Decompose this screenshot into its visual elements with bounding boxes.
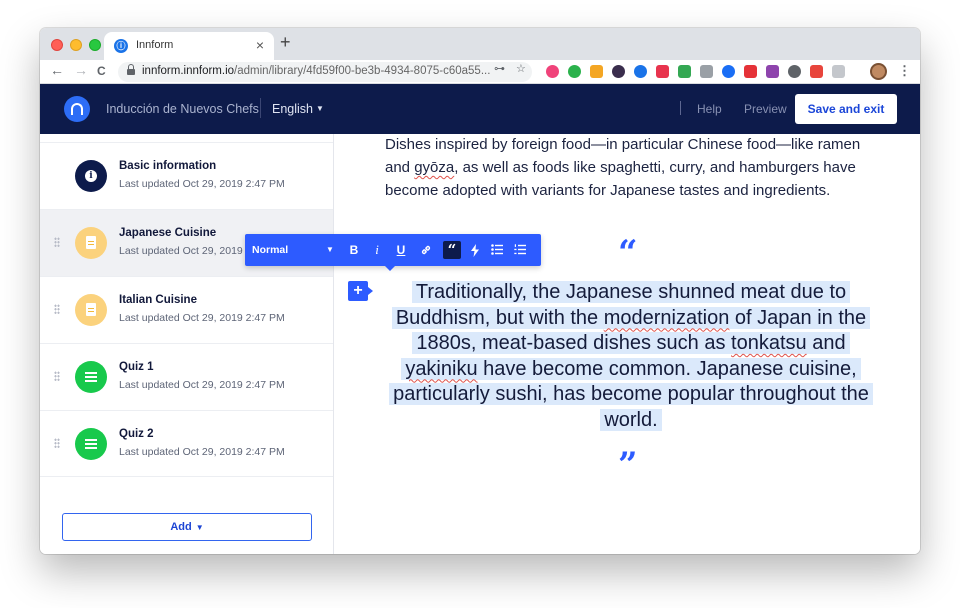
editor-content[interactable]: Dishes inspired by foreign food—in parti… — [334, 134, 920, 554]
ext-info-circle-icon[interactable] — [788, 65, 801, 78]
profile-avatar-icon[interactable] — [870, 63, 887, 80]
forward-icon[interactable]: → — [74, 62, 88, 78]
url-text: innform.innform.io/admin/library/4fd59f0… — [142, 65, 491, 77]
new-tab-button[interactable]: + — [280, 32, 291, 53]
ext-purple-square-icon[interactable] — [766, 65, 779, 78]
innform-logo-icon: ⓘ — [114, 39, 128, 53]
tab-title: Innform — [136, 39, 174, 51]
chevron-down-icon: ▼ — [195, 523, 204, 532]
more-menu-icon[interactable]: ⋮ — [898, 63, 911, 79]
add-button[interactable]: Add ▼ — [62, 513, 312, 541]
sidebar-item-updated: Last updated Oct 29, 2019 2:47 PM — [119, 178, 285, 190]
browser-tab[interactable]: ⓘ Innform × — [104, 32, 274, 60]
tab-strip: ⓘ Innform × + — [40, 28, 920, 60]
text-style-select[interactable]: Normal — [252, 244, 288, 256]
drag-handle-icon[interactable] — [54, 304, 60, 314]
preview-link[interactable]: Preview — [744, 102, 787, 116]
italic-button[interactable]: i — [372, 241, 382, 259]
sidebar-item-quiz-1[interactable]: Quiz 1 Last updated Oct 29, 2019 2:47 PM — [40, 343, 333, 410]
browser-toolbar: ← → C innform.innform.io/admin/library/4… — [40, 60, 920, 84]
blockquote[interactable]: Traditionally, the Japanese shunned meat… — [380, 280, 882, 433]
sidebar-item-updated: Last updated Oct 29, 2019 2 — [119, 245, 252, 257]
close-tab-icon[interactable]: × — [256, 37, 264, 53]
reload-icon[interactable]: C — [97, 64, 106, 78]
help-link[interactable]: Help — [697, 102, 722, 116]
star-icon[interactable]: ☆ — [516, 62, 526, 75]
open-quote-icon: “ — [618, 233, 638, 273]
ext-ebay-icon[interactable] — [744, 65, 757, 78]
header-divider — [260, 98, 261, 118]
drag-handle-icon[interactable] — [54, 371, 60, 381]
zoom-window-button[interactable] — [89, 39, 101, 51]
lock-icon — [127, 64, 135, 76]
language-select[interactable]: English ▼ — [272, 102, 324, 116]
ext-blue-eye-icon[interactable] — [634, 65, 647, 78]
ext-shield-icon[interactable] — [810, 65, 823, 78]
back-icon[interactable]: ← — [50, 62, 64, 78]
ext-ring-icon[interactable] — [546, 65, 559, 78]
add-block-button[interactable]: + — [348, 281, 373, 301]
sidebar-item-updated: Last updated Oct 29, 2019 2:47 PM — [119, 312, 285, 324]
sidebar-item-updated: Last updated Oct 29, 2019 2:47 PM — [119, 379, 285, 391]
caret-down-icon[interactable]: ▼ — [326, 245, 334, 254]
bold-button[interactable]: B — [348, 241, 360, 259]
key-icon[interactable]: ⊶ — [494, 62, 505, 75]
sidebar-item-basic-information[interactable]: i Basic information Last updated Oct 29,… — [40, 142, 333, 209]
ext-dark-circle-icon[interactable] — [612, 65, 625, 78]
sidebar-item-title: Italian Cuisine — [119, 294, 197, 306]
drag-handle-icon[interactable] — [54, 438, 60, 448]
project-name: Inducción de Nuevos Chefs — [106, 102, 259, 116]
save-and-exit-button[interactable]: Save and exit — [795, 94, 897, 124]
quote-button[interactable]: “ — [443, 241, 461, 259]
ext-grey-square-icon[interactable] — [832, 65, 845, 78]
minimize-window-button[interactable] — [70, 39, 82, 51]
ext-cloud-icon[interactable] — [700, 65, 713, 78]
sidebar-item-quiz-2[interactable]: Quiz 2 Last updated Oct 29, 2019 2:47 PM — [40, 410, 333, 477]
bulleted-list-icon[interactable] — [490, 241, 504, 259]
format-toolbar: Normal ▼ B i U “ — [245, 234, 541, 271]
info-icon: i — [75, 160, 107, 192]
intro-paragraph[interactable]: Dishes inspired by foreign food—in parti… — [385, 134, 865, 202]
ext-multicolor-icon[interactable] — [590, 65, 603, 78]
ext-green-circle-icon[interactable] — [568, 65, 581, 78]
drag-handle-icon[interactable] — [54, 237, 60, 247]
close-quote-icon: ” — [618, 445, 638, 485]
browser-window: ⓘ Innform × + ← → C innform.innform.io/a… — [40, 28, 920, 554]
sidebar-item-italian-cuisine[interactable]: Italian Cuisine Last updated Oct 29, 201… — [40, 276, 333, 343]
ext-green-calendar-icon[interactable] — [678, 65, 691, 78]
link-icon[interactable] — [419, 241, 433, 259]
document-icon — [75, 227, 107, 259]
sidebar-item-title: Basic information — [119, 160, 217, 172]
document-icon — [75, 294, 107, 326]
list-icon — [75, 361, 107, 393]
lightning-icon[interactable] — [468, 241, 482, 259]
sidebar-item-updated: Last updated Oct 29, 2019 2:47 PM — [119, 446, 285, 458]
sidebar: i Basic information Last updated Oct 29,… — [40, 134, 334, 554]
ext-1password-icon[interactable] — [722, 65, 735, 78]
close-window-button[interactable] — [51, 39, 63, 51]
sidebar-item-title: Quiz 2 — [119, 428, 154, 440]
list-icon — [75, 428, 107, 460]
address-bar[interactable]: innform.innform.io/admin/library/4fd59f0… — [118, 62, 532, 82]
underline-button[interactable]: U — [395, 241, 407, 259]
sidebar-item-title: Japanese Cuisine — [119, 227, 217, 239]
caret-down-icon: ▼ — [316, 104, 324, 113]
innform-logo-icon[interactable] — [64, 96, 90, 122]
app-header: Inducción de Nuevos Chefs English ▼ Help … — [40, 84, 920, 134]
ext-red-r-icon[interactable] — [656, 65, 669, 78]
numbered-list-icon[interactable] — [513, 241, 527, 259]
sidebar-item-title: Quiz 1 — [119, 361, 154, 373]
header-divider — [680, 101, 681, 115]
